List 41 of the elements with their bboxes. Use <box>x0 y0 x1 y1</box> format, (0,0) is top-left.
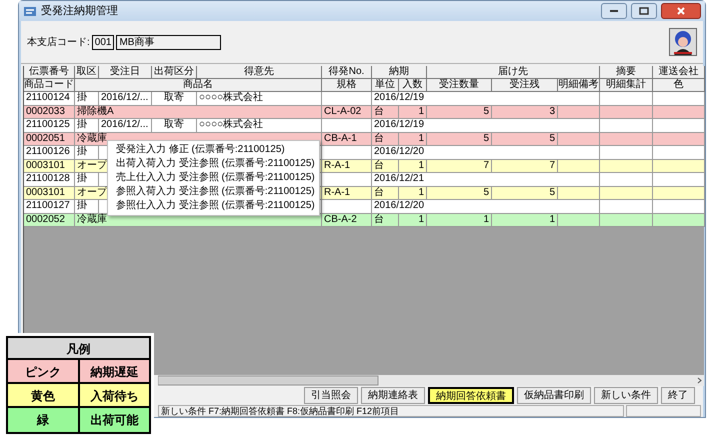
table-cell: 1 <box>492 214 558 227</box>
branch-name-field[interactable]: MB商事 <box>116 34 222 50</box>
table-row[interactable]: 21100124 掛 2016/12/... 取寄 ○○○○株式会社 2016/12/19 <box>24 92 704 106</box>
button[interactable]: 仮納品書印刷 <box>517 387 591 404</box>
table-cell: 0002052 <box>24 214 75 227</box>
close-button[interactable] <box>661 3 701 19</box>
menu-item[interactable]: 売上仕入入力 受注参照 (伝票番号:21100125) <box>108 171 319 185</box>
legend-swatch: ピンク <box>8 360 80 382</box>
legend-meaning: 出荷可能 <box>80 408 149 432</box>
button[interactable]: 納期回答依頼書 <box>428 387 514 404</box>
branch-code-field[interactable]: 001 <box>92 34 114 50</box>
character-avatar-icon <box>669 28 697 56</box>
table-cell: CB-A-2 <box>322 214 372 227</box>
window-title: 受発注納期管理 <box>41 4 119 19</box>
minimize-button[interactable] <box>601 3 627 19</box>
button[interactable]: 納期連絡表 <box>361 387 425 404</box>
table-cell: 1 <box>399 214 427 227</box>
legend-title: 凡例 <box>8 338 149 360</box>
button[interactable]: 新しい条件 <box>594 387 658 404</box>
maximize-button[interactable] <box>631 3 657 19</box>
button[interactable]: 終了 <box>661 387 695 404</box>
branch-code-label: 本支店コード: <box>27 36 90 50</box>
maximize-icon <box>639 7 649 15</box>
button[interactable]: 引当照会 <box>304 387 358 404</box>
app-icon <box>23 5 37 17</box>
menu-item[interactable]: 出荷入荷入力 受注参照 (伝票番号:21100125) <box>108 157 319 171</box>
table-row[interactable]: 21100125 掛 2016/12/... 取寄 ○○○○株式会社 2016/12/19 <box>24 119 704 132</box>
legend-swatch: 黄色 <box>8 384 80 406</box>
table-cell: 台 <box>372 214 399 227</box>
close-icon <box>676 7 686 15</box>
menu-item[interactable]: 参照仕入入力 受注参照 (伝票番号:21100125) <box>108 199 319 213</box>
table-row[interactable]: 0002033 掃除機A CL-A-02 台 1 5 3 <box>24 106 704 119</box>
legend-swatch: 緑 <box>8 408 80 432</box>
menu-item[interactable]: 参照入荷入力 受注参照 (伝票番号:21100125) <box>108 185 319 199</box>
legend-meaning: 入荷待ち <box>80 384 149 406</box>
legend-meaning: 納期遅延 <box>80 360 149 382</box>
table-cell: 1 <box>427 214 492 227</box>
menu-item[interactable]: 受発注入力 修正 (伝票番号:21100125) <box>108 143 319 157</box>
horizontal-scrollbar[interactable] <box>158 375 704 386</box>
minimize-icon <box>609 9 619 13</box>
status-bar-text: 新しい条件 F7:納期回答依頼書 F8:仮納品書印刷 F12前項目 <box>158 405 624 417</box>
